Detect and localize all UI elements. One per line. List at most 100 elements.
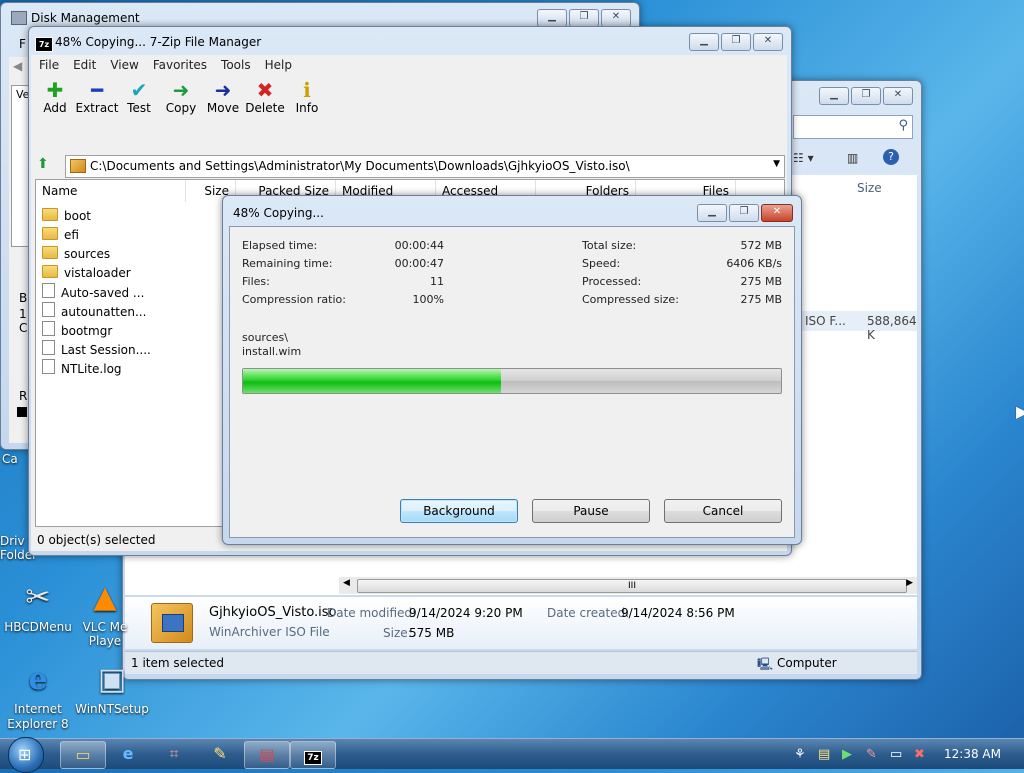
add-button[interactable]: ✚ Add [33, 79, 77, 115]
menu-edit[interactable]: Edit [73, 58, 96, 72]
pause-button[interactable]: Pause [532, 499, 650, 523]
details-pane: GjhkyioOS_Visto.iso WinArchiver ISO File… [125, 597, 917, 649]
back-arrow-icon[interactable]: ◀ [13, 59, 22, 73]
clock[interactable]: 12:38 AM [944, 747, 1001, 761]
desktop-icon-hbcdmenu[interactable]: ✂ HBCDMenu [0, 580, 76, 634]
dialog-title: 48% Copying... [233, 206, 324, 220]
tray-volume-muted-icon[interactable]: ✖ [914, 747, 925, 762]
window-title: Disk Management [31, 11, 140, 25]
desktop-icon-vlc[interactable]: ▲ VLC Me Playe [80, 580, 130, 648]
menu-favorites[interactable]: Favorites [153, 58, 207, 72]
legend-swatch [17, 407, 27, 417]
list-item-ntlite-log[interactable]: NTLite.log [42, 359, 122, 378]
close-button[interactable]: ✕ [753, 33, 783, 51]
taskbar-paint[interactable]: ✎ [198, 741, 242, 767]
maximize-button[interactable]: ❐ [851, 87, 881, 105]
check-icon: ✔ [130, 78, 148, 102]
test-button[interactable]: ✔ Test [117, 79, 161, 115]
row-type: ISO F... [805, 314, 846, 328]
compressed-size-value: 275 MB [740, 293, 782, 306]
internet-explorer-icon: e [122, 744, 134, 763]
progress-bar [242, 368, 782, 394]
menu-view[interactable]: View [110, 58, 138, 72]
toolbox-icon: ▤ [259, 745, 275, 764]
list-item-boot[interactable]: boot [42, 207, 91, 226]
date-created-label: Date created: [547, 606, 630, 620]
tools-icon: ✂ [25, 580, 51, 615]
explorer-folder-icon: ▭ [75, 745, 91, 764]
disk-size-label: 1 [19, 307, 27, 321]
folder-icon [42, 208, 58, 221]
desktop-icon-winntsetup[interactable]: ▣ WinNTSetup [74, 662, 150, 716]
view-options-icon[interactable]: ☷ ▾ [793, 151, 814, 165]
info-button[interactable]: ℹ Info [285, 79, 329, 115]
maximize-button[interactable]: ❐ [569, 9, 599, 27]
maximize-button[interactable]: ❐ [721, 33, 751, 51]
disk-label: B [19, 291, 28, 305]
processed-value: 275 MB [740, 275, 782, 288]
delete-button[interactable]: ✖ Delete [243, 79, 287, 115]
tray-network-icon[interactable]: ⚘ [794, 747, 806, 762]
list-item-last-session[interactable]: Last Session.... [42, 340, 151, 359]
scroll-right-arrow[interactable]: ▶ [906, 578, 913, 588]
list-item-efi[interactable]: efi [42, 226, 79, 245]
list-item-auto-saved[interactable]: Auto-saved ... [42, 283, 144, 302]
taskbar-explorer[interactable]: ▭ [60, 741, 106, 769]
minimize-button[interactable]: ▁ [689, 33, 719, 51]
close-button[interactable]: ✕ [601, 9, 631, 27]
list-item-sources[interactable]: sources [42, 245, 110, 264]
tray-tool-icon[interactable]: ✎ [866, 747, 877, 762]
menu-file[interactable]: F [19, 37, 26, 51]
up-folder-icon[interactable]: ⬆ [37, 156, 49, 172]
preview-pane-icon[interactable]: ▥ [847, 151, 858, 165]
menu-file[interactable]: File [39, 58, 59, 72]
network-tool-icon: ⌗ [169, 744, 179, 763]
close-button[interactable]: ✕ [883, 87, 913, 105]
tray-media-play-icon[interactable]: ▶ [842, 747, 852, 762]
tray-storage-icon[interactable]: ▤ [818, 747, 830, 762]
folder-icon [42, 265, 58, 278]
menu-help[interactable]: Help [265, 58, 292, 72]
processed-label: Processed: [582, 275, 642, 288]
column-name[interactable]: Name [36, 180, 186, 202]
close-button[interactable]: ✕ [761, 204, 793, 222]
horizontal-scrollbar[interactable]: ◀ III ▶ [339, 577, 917, 594]
menu-tools[interactable]: Tools [221, 58, 251, 72]
scroll-left-arrow[interactable]: ◀ [343, 578, 350, 588]
desktop-icon-internet-explorer[interactable]: e Internet Explorer 8 [0, 662, 76, 732]
extract-button[interactable]: ━ Extract [75, 79, 119, 115]
archive-icon [70, 159, 86, 173]
minimize-button[interactable]: ▁ [819, 87, 849, 105]
chevron-down-icon[interactable]: ▼ [773, 159, 780, 169]
status-location: Computer [777, 656, 837, 670]
disk-status-label: C [19, 321, 28, 335]
copy-progress-dialog[interactable]: 48% Copying... ▁ ❐ ✕ Elapsed time: 00:00… [222, 195, 802, 545]
path-field[interactable]: C:\Documents and Settings\Administrator\… [65, 155, 785, 178]
taskbar: ⊞ ▭ e ⌗ ✎ ▤ 7z ⚘ ▤ ▶ ✎ ▭ ✖ 12:38 AM [0, 737, 1024, 773]
list-item-vistaloader[interactable]: vistaloader [42, 264, 131, 283]
column-header-size[interactable]: Size [857, 181, 882, 195]
copy-button[interactable]: ➜ Copy [159, 79, 203, 115]
taskbar-internet-explorer[interactable]: e [106, 741, 150, 767]
date-modified-value: 9/14/2024 9:20 PM [409, 606, 523, 620]
search-box[interactable]: ⚲ [793, 115, 913, 139]
taskbar-network-tool[interactable]: ⌗ [152, 741, 196, 767]
background-button[interactable]: Background [400, 499, 518, 523]
maximize-button[interactable]: ❐ [729, 204, 759, 222]
taskbar-7zip[interactable]: 7z [290, 741, 336, 769]
move-button[interactable]: ➜ Move [201, 79, 245, 115]
taskbar-toolbox[interactable]: ▤ [244, 741, 290, 769]
scroll-thumb[interactable]: III [357, 579, 907, 593]
tray-display-icon[interactable]: ▭ [890, 747, 902, 762]
cancel-button[interactable]: Cancel [664, 499, 782, 523]
selected-row[interactable]: ISO F... 588,864 K [795, 311, 917, 342]
list-item-autounattend[interactable]: autounatten... [42, 302, 146, 321]
minimize-button[interactable]: ▁ [537, 9, 567, 27]
desktop: { "disk_management": { "title": "Disk Ma… [0, 0, 1024, 773]
minimize-button[interactable]: ▁ [697, 204, 727, 222]
size-label: Size: [383, 626, 412, 640]
list-item-bootmgr[interactable]: bootmgr [42, 321, 112, 340]
help-icon[interactable]: ? [883, 149, 899, 165]
compression-ratio-value: 100% [412, 293, 444, 306]
dialog-body: Elapsed time: 00:00:44 Remaining time: 0… [229, 226, 795, 538]
